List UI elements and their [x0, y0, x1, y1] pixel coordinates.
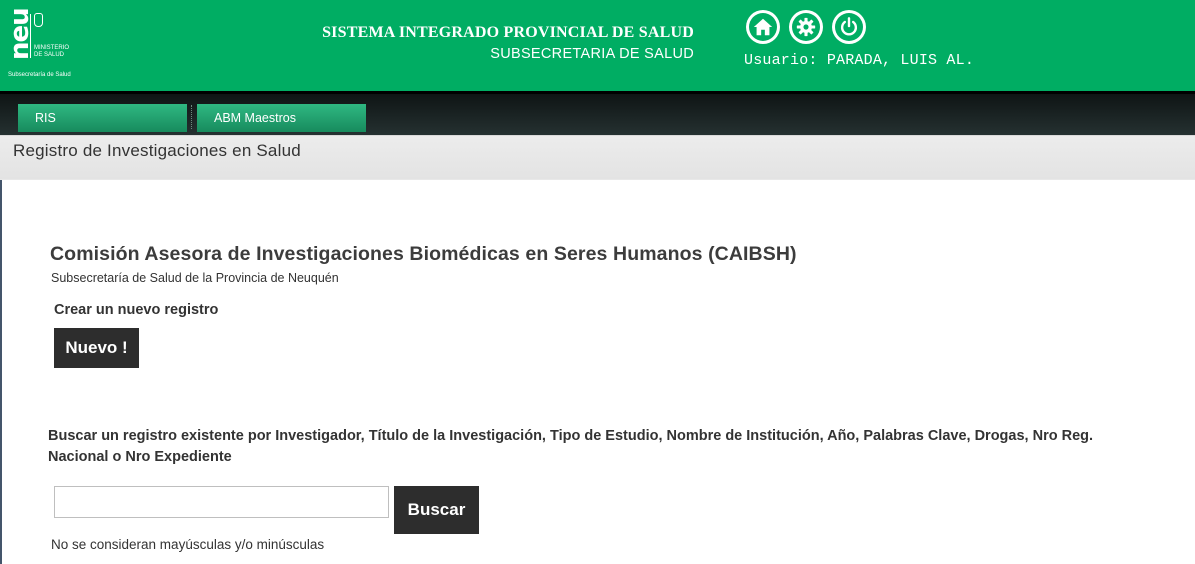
navbar-topline: [0, 91, 1195, 94]
committee-title: Comisión Asesora de Investigaciones Biom…: [50, 243, 797, 265]
settings-button[interactable]: [789, 10, 823, 44]
logo-brand: neu: [5, 8, 35, 60]
search-input[interactable]: [54, 486, 389, 518]
emblem-icon: [34, 13, 43, 27]
system-title: SISTEMA INTEGRADO PROVINCIAL DE SALUD: [322, 24, 694, 41]
home-button[interactable]: [746, 10, 780, 44]
nav-item-abm-maestros[interactable]: ABM Maestros: [197, 104, 366, 132]
main-content: Comisión Asesora de Investigaciones Biom…: [0, 181, 1195, 564]
home-icon: [749, 13, 777, 41]
case-insensitive-note: No se consideran mayúsculas y/o minúscul…: [51, 537, 325, 552]
new-record-button[interactable]: Nuevo !: [54, 328, 139, 368]
create-label: Crear un nuevo registro: [54, 302, 219, 318]
power-icon: [835, 13, 863, 41]
main-navbar: RIS ABM Maestros: [0, 91, 1195, 135]
nav-item-ris[interactable]: RIS: [18, 104, 187, 132]
system-subtitle: SUBSECRETARIA DE SALUD: [490, 46, 694, 62]
current-user: Usuario: PARADA, LUIS AL.: [744, 52, 975, 69]
app-header: neu MINISTERIO DE SALUD Subsecretaría de…: [0, 0, 1195, 91]
ministry-logo: neu MINISTERIO DE SALUD Subsecretaría de…: [5, 8, 85, 84]
logo-subtitle: Subsecretaría de Salud: [8, 72, 71, 78]
page-title: Registro de Investigaciones en Salud: [13, 141, 301, 160]
logo-divider: [30, 14, 31, 58]
logout-button[interactable]: [832, 10, 866, 44]
search-label: Buscar un registro existente por Investi…: [48, 428, 1094, 465]
committee-subtitle: Subsecretaría de Salud de la Provincia d…: [51, 271, 339, 285]
breadcrumb: Registro de Investigaciones en Salud: [0, 135, 1195, 180]
nav-separator: [191, 105, 192, 129]
search-button[interactable]: Buscar: [394, 486, 479, 534]
gear-icon: [792, 13, 820, 41]
logo-ministry-text: MINISTERIO DE SALUD: [34, 45, 70, 58]
